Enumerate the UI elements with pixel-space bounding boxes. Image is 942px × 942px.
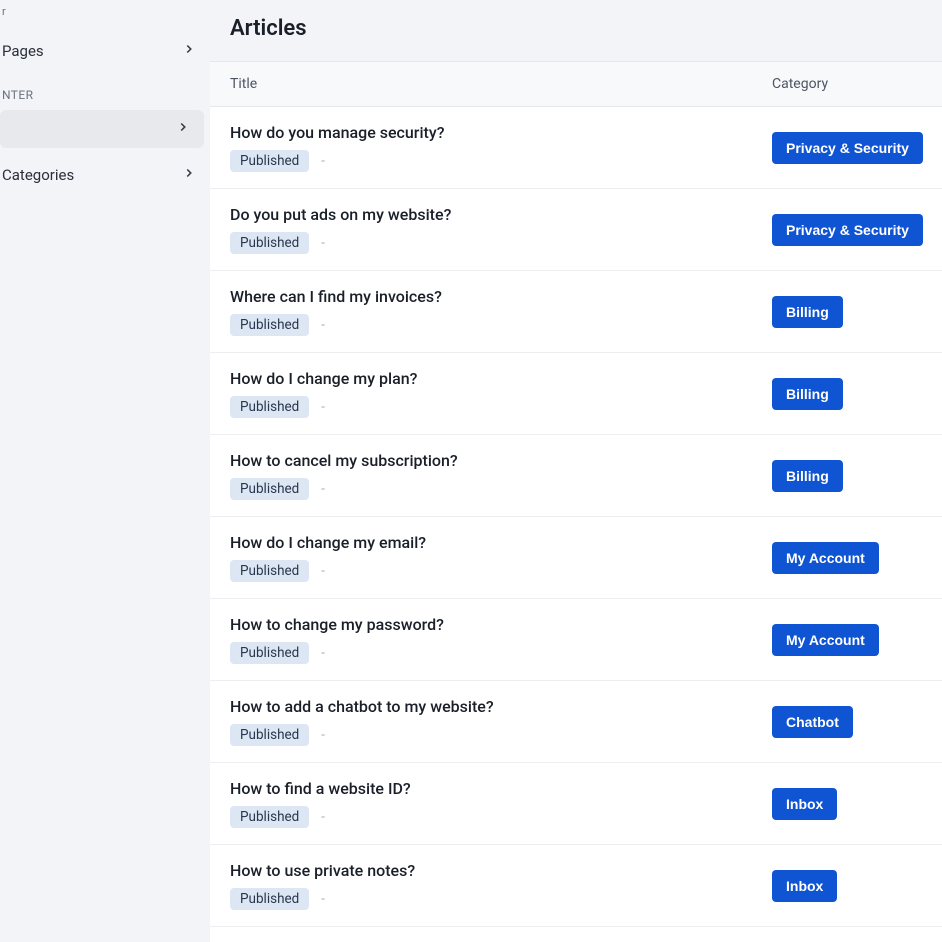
page-title: Articles xyxy=(230,16,942,41)
status-badge: Published xyxy=(230,888,309,910)
row-left: Do you put ads on my website? Published- xyxy=(230,205,772,254)
chevron-right-icon xyxy=(182,166,196,184)
row-left: How to use private notes? Published- xyxy=(230,861,772,910)
status-badge: Published xyxy=(230,724,309,746)
sidebar-item-categories[interactable]: Categories xyxy=(0,156,210,194)
table-row[interactable]: How to change my password?Published-My A… xyxy=(210,599,942,681)
meta-dash: - xyxy=(321,728,325,743)
article-title[interactable]: How to find a website ID? xyxy=(230,779,772,798)
article-title[interactable]: How do you manage security? xyxy=(230,123,772,142)
meta-dash: - xyxy=(321,154,325,169)
table-row[interactable]: How to cancel my subscription? Published-… xyxy=(210,435,942,517)
category-pill[interactable]: Inbox xyxy=(772,788,837,820)
row-meta: Published- xyxy=(230,232,772,254)
sidebar-item-label: Pages xyxy=(2,42,44,60)
chevron-right-icon xyxy=(182,42,196,60)
category-pill[interactable]: Inbox xyxy=(772,870,837,902)
sidebar-cropped-top: r xyxy=(0,0,210,6)
category-pill[interactable]: Chatbot xyxy=(772,706,853,738)
status-badge: Published xyxy=(230,806,309,828)
column-header-category[interactable]: Category xyxy=(772,76,942,92)
table-header: Title Category xyxy=(210,61,942,107)
row-meta: Published- xyxy=(230,314,772,336)
row-meta: Published- xyxy=(230,560,772,582)
header: Articles xyxy=(210,0,942,61)
category-pill[interactable]: My Account xyxy=(772,624,879,656)
chevron-right-icon xyxy=(176,120,190,138)
status-badge: Published xyxy=(230,560,309,582)
article-title[interactable]: How do I change my plan? xyxy=(230,369,772,388)
row-right: Privacy & Security xyxy=(772,214,942,246)
main-panel: Articles Title Category How do you manag… xyxy=(210,0,942,942)
sidebar-item-label: Categories xyxy=(2,166,74,184)
status-badge: Published xyxy=(230,232,309,254)
meta-dash: - xyxy=(321,482,325,497)
articles-list: How do you manage security?Published-Pri… xyxy=(210,107,942,942)
category-pill[interactable]: Billing xyxy=(772,460,843,492)
category-pill[interactable]: Billing xyxy=(772,378,843,410)
table-row[interactable]: How do I change my email?Published-My Ac… xyxy=(210,517,942,599)
row-left: How do you manage security? Published- xyxy=(230,123,772,172)
category-pill[interactable]: Billing xyxy=(772,296,843,328)
row-right: Billing xyxy=(772,378,942,410)
status-badge: Published xyxy=(230,642,309,664)
row-left: How to add a chatbot to my website? Publi… xyxy=(230,697,772,746)
row-left: How to find a website ID? Published- xyxy=(230,779,772,828)
status-badge: Published xyxy=(230,314,309,336)
sidebar-item-pages[interactable]: Pages xyxy=(0,32,210,70)
table-row[interactable]: How do you manage security?Published-Pri… xyxy=(210,107,942,189)
article-title[interactable]: How to change my password? xyxy=(230,615,772,634)
row-right: Billing xyxy=(772,296,942,328)
article-title[interactable]: Where can I find my invoices? xyxy=(230,287,772,306)
row-right: My Account xyxy=(772,542,942,574)
category-pill[interactable]: Privacy & Security xyxy=(772,132,923,164)
article-title[interactable]: How to cancel my subscription? xyxy=(230,451,772,470)
table-row[interactable]: Where can I find my invoices?Published-B… xyxy=(210,271,942,353)
row-right: My Account xyxy=(772,624,942,656)
article-title[interactable]: How to add a chatbot to my website? xyxy=(230,697,772,716)
row-right: Chatbot xyxy=(772,706,942,738)
row-right: Inbox xyxy=(772,788,942,820)
row-meta: Published- xyxy=(230,150,772,172)
table-row[interactable]: How to find a website ID?Published-Inbox xyxy=(210,763,942,845)
category-pill[interactable]: Privacy & Security xyxy=(772,214,923,246)
article-title[interactable]: How to use private notes? xyxy=(230,861,772,880)
row-left: How to cancel my subscription? Published- xyxy=(230,451,772,500)
row-right: Billing xyxy=(772,460,942,492)
sidebar-cropped-text: r xyxy=(0,5,6,18)
meta-dash: - xyxy=(321,892,325,907)
row-left: How do I change my email? Published- xyxy=(230,533,772,582)
table-row[interactable]: How to add a chatbot to my website? Publi… xyxy=(210,681,942,763)
table-row[interactable]: How to use private notes?Published-Inbox xyxy=(210,845,942,927)
article-title[interactable]: How do I change my email? xyxy=(230,533,772,552)
row-meta: Published- xyxy=(230,724,772,746)
row-left: How to change my password? Published- xyxy=(230,615,772,664)
row-meta: Published- xyxy=(230,478,772,500)
meta-dash: - xyxy=(321,810,325,825)
column-header-title[interactable]: Title xyxy=(230,76,772,92)
row-meta: Published- xyxy=(230,396,772,418)
sidebar: r Pages NTER Categories xyxy=(0,0,210,942)
status-badge: Published xyxy=(230,150,309,172)
table-row[interactable]: How do I change my plan?Published-Billin… xyxy=(210,353,942,435)
status-badge: Published xyxy=(230,478,309,500)
sidebar-item-active[interactable] xyxy=(0,110,204,148)
row-right: Inbox xyxy=(772,870,942,902)
meta-dash: - xyxy=(321,646,325,661)
row-left: How do I change my plan? Published- xyxy=(230,369,772,418)
status-badge: Published xyxy=(230,396,309,418)
row-meta: Published- xyxy=(230,806,772,828)
row-left: Where can I find my invoices? Published- xyxy=(230,287,772,336)
meta-dash: - xyxy=(321,318,325,333)
meta-dash: - xyxy=(321,400,325,415)
meta-dash: - xyxy=(321,564,325,579)
category-pill[interactable]: My Account xyxy=(772,542,879,574)
table-row[interactable]: Do you put ads on my website?Published-P… xyxy=(210,189,942,271)
meta-dash: - xyxy=(321,236,325,251)
article-title[interactable]: Do you put ads on my website? xyxy=(230,205,772,224)
sidebar-section-label: NTER xyxy=(0,70,210,110)
row-meta: Published- xyxy=(230,642,772,664)
row-right: Privacy & Security xyxy=(772,132,942,164)
row-meta: Published- xyxy=(230,888,772,910)
